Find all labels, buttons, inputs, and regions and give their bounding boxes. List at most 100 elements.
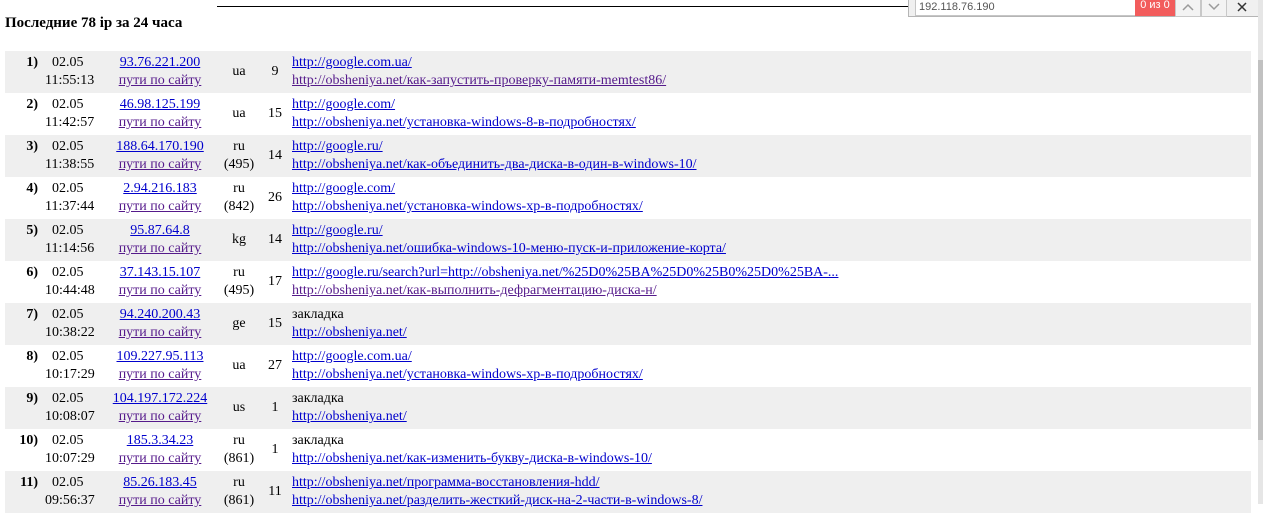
site-path-link-cell: пути по сайту [105,366,215,384]
vertical-scrollbar[interactable] [1258,0,1263,504]
row-number-cell: 4) [5,180,38,198]
referrer-link[interactable]: http://google.ru/ [292,223,383,238]
visit-date: 02.05 [52,391,84,406]
ip-link[interactable]: 104.197.172.224 [113,391,208,406]
ip-link[interactable]: 85.26.183.45 [123,475,197,490]
row-number-cell: 7) [5,306,38,324]
referrer-link[interactable]: http://google.com.ua/ [292,349,412,364]
ip-link[interactable]: 109.227.95.113 [117,349,204,364]
row-number: 6) [26,265,38,280]
visit-time: 11:14:56 [45,241,95,256]
visit-date: 02.05 [52,139,84,154]
referrer-link[interactable]: http://google.com.ua/ [292,55,412,70]
ip-link[interactable]: 188.64.170.190 [116,139,204,154]
row-number-cell: 1) [5,54,38,72]
visit-date: 02.05 [52,55,84,70]
site-path-link[interactable]: пути по сайту [119,283,202,298]
ip-link[interactable]: 46.98.125.199 [120,97,201,112]
landing-page-link[interactable]: http://obsheniya.net/как-выполнить-дефра… [292,283,657,298]
referrer-link-cell: http://google.com/ [292,180,395,198]
visit-time-cell: 10:38:22 [45,324,95,342]
landing-page-link-cell: http://obsheniya.net/как-выполнить-дефра… [292,282,657,300]
country-code: ru [233,139,245,154]
landing-page-link[interactable]: http://obsheniya.net/как-объединить-два-… [292,157,697,172]
landing-page-link-cell: http://obsheniya.net/установка-windows-x… [292,366,643,384]
site-path-link[interactable]: пути по сайту [119,409,202,424]
referrer-link-cell: http://google.com.ua/ [292,54,412,72]
visit-date: 02.05 [52,307,84,322]
site-path-link[interactable]: пути по сайту [119,73,202,88]
find-next-button[interactable] [1201,0,1227,17]
landing-page-link-cell: http://obsheniya.net/ошибка-windows-10-м… [292,240,726,258]
ip-link-cell: 104.197.172.224 [105,390,215,408]
visit-time-cell: 11:55:13 [45,72,94,90]
visit-date: 02.05 [52,181,84,196]
site-path-link-cell: пути по сайту [105,324,215,342]
landing-page-link[interactable]: http://obsheniya.net/как-изменить-букву-… [292,451,652,466]
row-number-cell: 5) [5,222,38,240]
landing-page-link[interactable]: http://obsheniya.net/установка-windows-8… [292,115,636,130]
visit-date-cell: 02.05 [52,54,84,72]
landing-page-link[interactable]: http://obsheniya.net/как-запустить-прове… [292,73,666,88]
country-code-cell: ru [219,180,259,198]
landing-page-link[interactable]: http://obsheniya.net/ошибка-windows-10-м… [292,241,726,256]
referrer-link[interactable]: http://google.com/ [292,181,395,196]
visit-time: 11:38:55 [45,157,95,172]
landing-page-link[interactable]: http://obsheniya.net/ [292,325,407,340]
ip-link[interactable]: 185.3.34.23 [127,433,194,448]
visit-date-cell: 02.05 [52,222,84,240]
referrer-link[interactable]: http://google.ru/search?url=http://obshe… [292,265,838,280]
find-bar: 0 из 0 [908,0,1260,17]
ip-link[interactable]: 93.76.221.200 [120,55,201,70]
site-path-link-cell: пути по сайту [105,156,215,174]
table-row: 6) 02.05 10:44:48 37.143.15.107 пути по сайт… [5,261,1251,303]
referrer-link[interactable]: http://google.com/ [292,97,395,112]
country-code: ua [232,64,246,79]
visit-time: 10:07:29 [45,451,95,466]
landing-page-link-cell: http://obsheniya.net/как-объединить-два-… [292,156,697,174]
phone-code: (861) [223,493,255,508]
visit-time: 09:56:37 [45,493,95,508]
phone-code-cell: (495) [219,156,259,174]
landing-page-link[interactable]: http://obsheniya.net/ [292,409,407,424]
row-number-cell: 10) [5,432,38,450]
site-path-link[interactable]: пути по сайту [119,241,202,256]
referrer-text-cell: закладка [292,306,344,324]
table-row: 3) 02.05 11:38:55 188.64.170.190 пути по сай… [5,135,1251,177]
site-path-link[interactable]: пути по сайту [119,325,202,340]
ip-link[interactable]: 37.143.15.107 [120,265,201,280]
visit-count: 17 [268,274,282,289]
visit-time-cell: 11:38:55 [45,156,94,174]
ip-link[interactable]: 2.94.216.183 [123,181,197,196]
visit-count: 9 [271,64,279,79]
visit-count-cell: 1 [263,441,287,459]
referrer-link[interactable]: http://google.ru/ [292,139,383,154]
site-path-link[interactable]: пути по сайту [119,157,202,172]
site-path-link[interactable]: пути по сайту [119,451,202,466]
visit-count: 14 [268,148,282,163]
landing-page-link[interactable]: http://obsheniya.net/разделить-жесткий-д… [292,493,702,508]
landing-page-link[interactable]: http://obsheniya.net/установка-windows-x… [292,199,643,214]
table-row: 5) 02.05 11:14:56 95.87.64.8 пути по сайту kg… [5,219,1251,261]
visit-date: 02.05 [52,223,84,238]
ip-link[interactable]: 95.87.64.8 [130,223,190,238]
site-path-link-cell: пути по сайту [105,198,215,216]
visit-date-cell: 02.05 [52,390,84,408]
find-input[interactable] [915,0,1137,16]
find-previous-button[interactable] [1175,0,1201,17]
visit-time-cell: 09:56:37 [45,492,95,510]
site-path-link[interactable]: пути по сайту [119,367,202,382]
landing-page-link[interactable]: http://obsheniya.net/установка-windows-x… [292,367,643,382]
phone-code: (495) [223,283,255,298]
country-code: ua [232,106,246,121]
ip-link-cell: 2.94.216.183 [105,180,215,198]
site-path-link[interactable]: пути по сайту [119,115,202,130]
visit-count: 15 [268,316,282,331]
scrollbar-thumb[interactable] [1258,60,1263,440]
referrer-link[interactable]: http://obsheniya.net/программа-восстанов… [292,475,600,490]
country-code-cell: ge [219,315,259,333]
site-path-link[interactable]: пути по сайту [119,493,202,508]
site-path-link[interactable]: пути по сайту [119,199,202,214]
find-close-button[interactable] [1231,0,1253,17]
ip-link[interactable]: 94.240.200.43 [120,307,201,322]
